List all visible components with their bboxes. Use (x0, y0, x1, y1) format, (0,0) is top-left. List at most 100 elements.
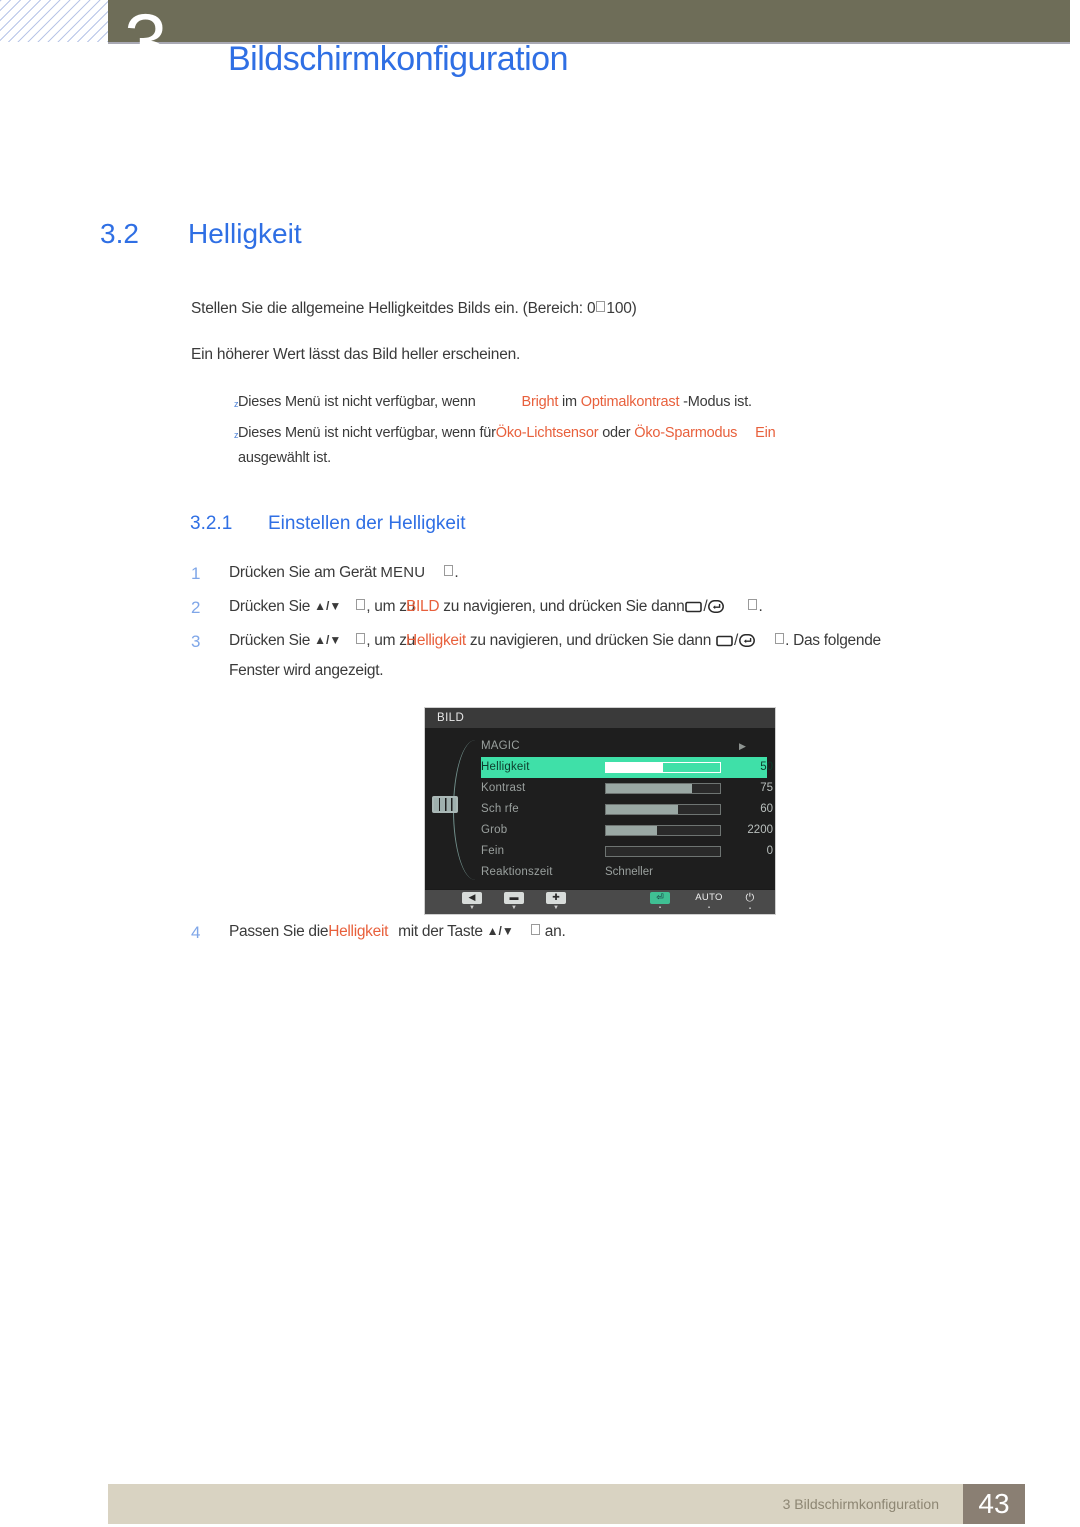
page-header: 3 Bildschirmkonfiguration (0, 0, 1080, 120)
note-marker: z (234, 430, 239, 440)
osd-power-sub: ▪ (748, 906, 752, 912)
osd-back-key: ◀ (455, 892, 489, 904)
plus-icon: ✚ (546, 892, 566, 904)
picture-bars-icon (432, 796, 458, 813)
step2-text-a: Drücken Sie (229, 598, 311, 615)
note2-highlight-ein: Ein (755, 425, 776, 441)
step-body: Drücken Sie ▲/▼ , um zuHelligkeit zu nav… (229, 632, 1021, 680)
osd-row-fein[interactable]: Fein 0 (481, 841, 773, 862)
osd-enter-key: ⏎ (643, 892, 677, 904)
step3-text-c: zu navigieren, und drücken Sie dann (469, 632, 712, 649)
osd-auto-button[interactable]: AUTO ▪ (687, 892, 731, 912)
note2-text-b: oder (602, 425, 631, 441)
footer-chapter-label: 3 Bildschirmkonfiguration (782, 1496, 939, 1512)
osd-value: 50 (760, 761, 773, 773)
power-icon: ⏻ (745, 892, 755, 904)
missing-glyph-icon (356, 599, 366, 610)
osd-back-button[interactable]: ◀ ▼ (455, 892, 489, 912)
osd-slider-track[interactable] (605, 783, 721, 794)
step-item: 2 Drücken Sie ▲/▼ , um zuBILD zu navigie… (191, 598, 1021, 618)
osd-row-reaktionszeit[interactable]: Reaktionszeit Schneller (481, 862, 767, 883)
osd-minus-button[interactable]: ▬ ▼ (497, 892, 531, 912)
minus-icon: ▬ (504, 892, 524, 904)
osd-back-sub: ▼ (469, 905, 475, 911)
osd-label: Reaktionszeit (481, 866, 553, 878)
osd-value: 60 (760, 803, 773, 815)
osd-plus-key: ✚ (539, 892, 573, 904)
note2-highlight-sparmodus: Öko-Sparmodus (634, 425, 738, 441)
step1-key-menu: MENU (380, 564, 426, 581)
note1-text-b: im (562, 394, 577, 410)
step3-text-d: . Das folgende (785, 632, 881, 649)
missing-glyph-icon (775, 633, 785, 644)
source-key-icon (685, 600, 703, 618)
note2-text-c: ausgewählt ist. (238, 450, 331, 466)
osd-slider-track[interactable] (605, 804, 721, 815)
page-number: 43 (963, 1484, 1025, 1524)
note1-text-a: Dieses Menü ist nicht verfügbar, wenn (238, 394, 476, 410)
missing-glyph-icon (596, 301, 606, 312)
osd-menu-screenshot: BILD MAGIC ▶ Helligkeit 50 Kontrast 75 S… (424, 707, 776, 915)
step-index: 3 (191, 632, 201, 651)
intro-p2-a: Ein höherer Wert lässt da (191, 346, 361, 363)
step4-text-c: an. (544, 923, 566, 940)
up-down-arrows-icon: ▲/▼ (314, 599, 342, 613)
osd-row-schaerfe[interactable]: Sch rfe 60 (481, 799, 773, 820)
intro-p1-a: Stellen Sie die allgemeine Helligkeit (191, 300, 430, 317)
step-body: Drücken Sie am Gerät MENU . (229, 564, 991, 582)
step-body: Passen Sie dieHelligkeit mit der Taste ▲… (229, 923, 991, 941)
osd-enter-button[interactable]: ⏎ ▪ (643, 892, 677, 912)
step3-slash: / (734, 632, 739, 649)
osd-label: Fein (481, 845, 505, 857)
osd-label: Sch rfe (481, 803, 519, 815)
source-key-icon (716, 634, 733, 652)
intro-p1-c: 100) (606, 300, 637, 317)
osd-slider-track[interactable] (605, 846, 721, 857)
step-body: Drücken Sie ▲/▼ , um zuBILD zu navigiere… (229, 598, 1021, 618)
osd-minus-sub: ▼ (511, 905, 517, 911)
missing-glyph-icon (444, 565, 454, 576)
osd-row-kontrast[interactable]: Kontrast 75 (481, 778, 773, 799)
osd-row-grob[interactable]: Grob 2200 (481, 820, 773, 841)
intro-p1-b: des Bilds ein. (Bereich: 0 (429, 300, 596, 317)
missing-glyph-icon (748, 599, 758, 610)
chevron-right-icon: ▶ (739, 741, 746, 751)
missing-glyph-icon (356, 633, 366, 644)
auto-label: AUTO (695, 892, 723, 903)
intro-paragraph-2: Ein höherer Wert lässt das Bild heller e… (191, 346, 520, 364)
osd-slider-track[interactable] (605, 825, 721, 836)
enter-icon: ⏎ (650, 892, 670, 904)
step1-text-b: . (454, 564, 459, 581)
step4-text-a: Passen Sie die (229, 923, 329, 940)
step-item: 4 Passen Sie dieHelligkeit mit der Taste… (191, 923, 991, 942)
step4-highlight-helligkeit: Helligkeit (328, 923, 389, 940)
intro-p2-b: s Bild heller erscheinen. (360, 346, 521, 363)
osd-slider-fill (606, 763, 663, 772)
subsection-title: Einstellen der Helligkeit (268, 513, 466, 534)
osd-value: Schneller (605, 866, 653, 878)
note2-highlight-lichtsensor: Öko-Lichtsensor (495, 425, 599, 441)
osd-label: MAGIC (481, 740, 520, 752)
note1-highlight-optimalkontrast: Optimalkontrast (580, 394, 680, 410)
step-index: 4 (191, 923, 201, 942)
osd-plus-sub: ▼ (553, 905, 559, 911)
note-marker: z (234, 399, 239, 409)
note-item: z Dieses Menü ist nicht verfügbar, wenn … (234, 394, 958, 410)
note1-text-c: -Modus ist. (683, 394, 752, 410)
osd-slider-fill (606, 784, 692, 793)
subsection-heading: 3.2.1 Einstellen der Helligkeit (190, 513, 466, 535)
osd-power-button[interactable]: ⏻ ▪ (735, 892, 765, 913)
section-heading: 3.2 Helligkeit (100, 218, 302, 250)
step-index: 1 (191, 564, 201, 583)
step2-slash: / (703, 598, 708, 615)
step-index: 2 (191, 598, 201, 617)
osd-row-magic[interactable]: MAGIC ▶ (481, 736, 767, 757)
note2-text-a: Dieses Menü ist nicht verfügbar, wenn fü… (238, 425, 496, 441)
osd-slider-track[interactable] (605, 762, 721, 773)
osd-row-helligkeit[interactable]: Helligkeit 50 (481, 757, 773, 778)
osd-plus-button[interactable]: ✚ ▼ (539, 892, 573, 912)
enter-key-icon (739, 634, 756, 652)
osd-power-key: ⏻ (735, 892, 765, 905)
osd-value: 0 (766, 845, 773, 857)
subsection-number: 3.2.1 (190, 513, 233, 534)
